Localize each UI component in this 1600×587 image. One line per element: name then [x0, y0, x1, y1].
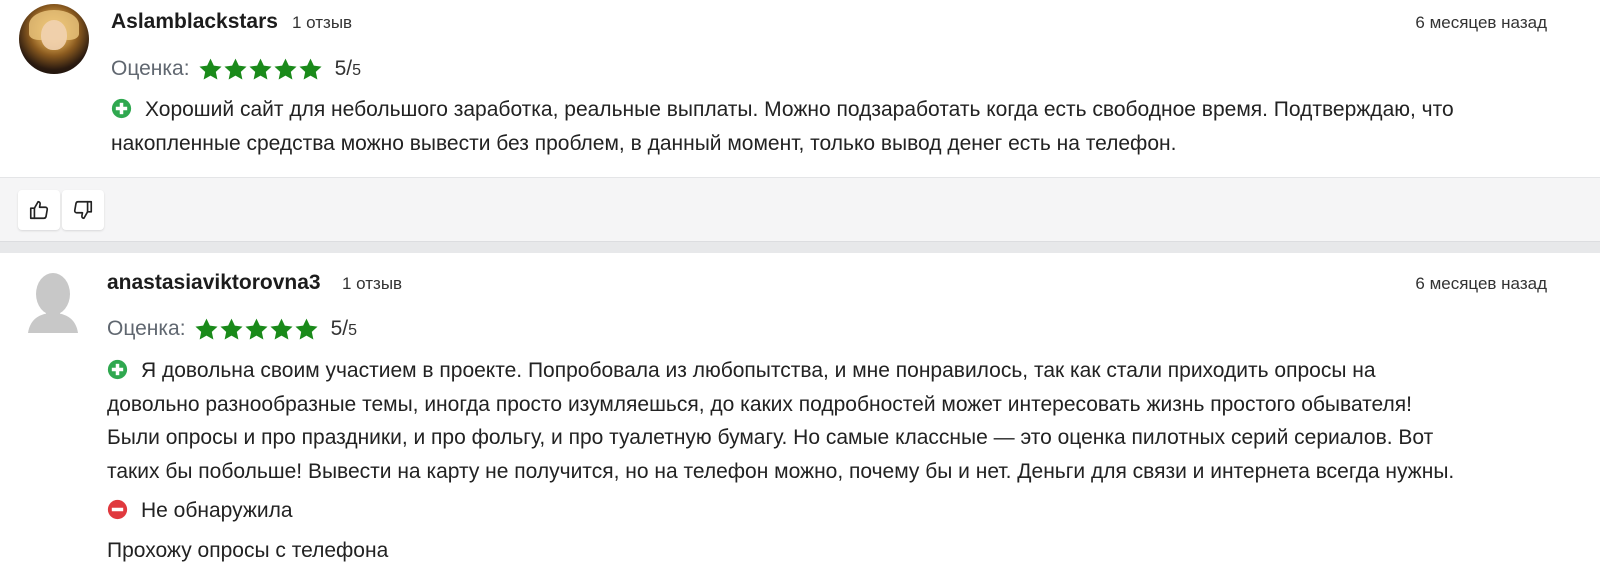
plus-circle-icon: [111, 98, 132, 119]
review-count[interactable]: 1 отзыв: [342, 274, 402, 294]
rating-label: Оценка:: [107, 317, 186, 340]
review-date: 6 месяцев назад: [1415, 274, 1547, 293]
avatar-face: [41, 20, 67, 50]
pros-text: Хороший сайт для небольшого заработка, р…: [111, 93, 1571, 160]
star-icon: [295, 318, 318, 339]
star-icon: [224, 58, 247, 79]
thumbs-up-icon: [29, 200, 49, 220]
dislike-button[interactable]: [62, 190, 104, 230]
rating-stars: [198, 57, 323, 82]
star-icon: [195, 318, 218, 339]
rating-score-value: 5/: [330, 317, 349, 340]
rating-score-value: 5/: [334, 57, 353, 80]
reviews-page: Aslamblackstars 1 отзыв 6 месяцев назад …: [0, 0, 1600, 587]
star-icon: [245, 318, 268, 339]
plus-circle-icon: [107, 359, 128, 380]
star-icon: [270, 318, 293, 339]
cons-text: Не обнаружила: [107, 494, 1507, 528]
review-card: Aslamblackstars 1 отзыв 6 месяцев назад …: [0, 0, 1600, 177]
username[interactable]: anastasiaviktorovna3: [107, 271, 321, 295]
pros-line: довольно разнообразные темы, иногда прос…: [107, 392, 1412, 416]
cons-line: Не обнаружила: [141, 499, 293, 522]
pros-line: Я довольна своим участием в проекте. Поп…: [141, 359, 1376, 382]
pros-line: таких бы побольше! Вывести на карту не п…: [107, 459, 1455, 483]
rating-score-max: 5: [348, 322, 357, 339]
rating-score: 5/5: [331, 317, 357, 341]
star-icon: [220, 318, 243, 339]
pros-line: накопленные средства можно вывести без п…: [111, 131, 1177, 155]
rating-row: Оценка: 5/5: [107, 314, 357, 344]
username[interactable]: Aslamblackstars: [111, 10, 278, 34]
rating-score-max: 5: [352, 62, 361, 79]
minus-circle-icon: [107, 499, 128, 520]
avatar[interactable]: [19, 4, 89, 74]
star-icon: [299, 58, 322, 79]
like-button[interactable]: [18, 190, 60, 230]
review-card: anastasiaviktorovna3 1 отзыв 6 месяцев н…: [0, 253, 1600, 587]
default-avatar-icon[interactable]: [20, 267, 86, 333]
review-date: 6 месяцев назад: [1415, 13, 1547, 32]
rating-score: 5/5: [335, 57, 361, 81]
comment-text: Прохожу опросы с телефона: [107, 539, 389, 562]
pros-line: Были опросы и про праздники, и про фольг…: [107, 426, 1434, 449]
star-icon: [274, 58, 297, 79]
pros-text: Я довольна своим участием в проекте. Поп…: [107, 354, 1577, 488]
rating-stars: [194, 317, 319, 342]
review-count[interactable]: 1 отзыв: [292, 13, 352, 33]
pros-line: Хороший сайт для небольшого заработка, р…: [145, 98, 1454, 121]
thumbs-down-icon: [73, 200, 93, 220]
star-icon: [199, 58, 222, 79]
rating-label: Оценка:: [111, 57, 190, 80]
vote-bar: [0, 177, 1600, 242]
rating-row: Оценка: 5/5: [111, 54, 361, 84]
star-icon: [249, 58, 272, 79]
